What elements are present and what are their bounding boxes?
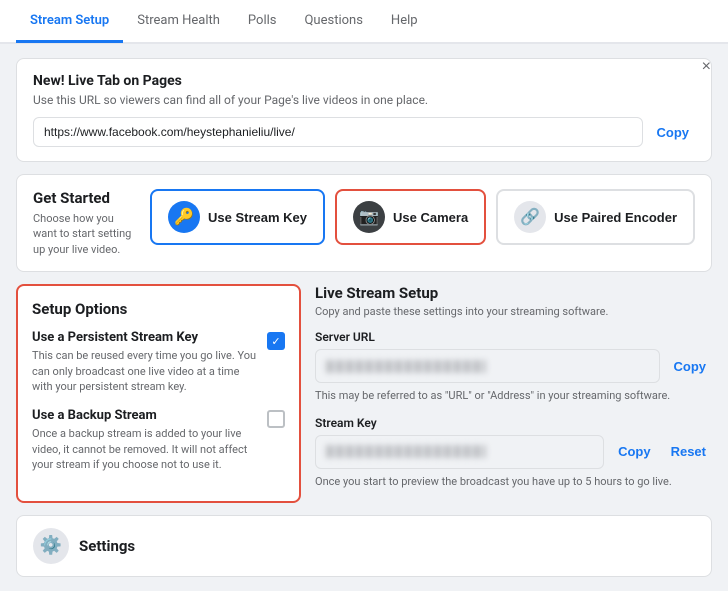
stream-key-hint: Once you start to preview the broadcast … bbox=[315, 474, 712, 489]
persistent-stream-key-title: Use a Persistent Stream Key bbox=[32, 330, 257, 345]
paired-encoder-label: Use Paired Encoder bbox=[554, 210, 677, 225]
top-nav: Stream Setup Stream Health Polls Questio… bbox=[0, 0, 728, 44]
stream-key-label: Stream Key bbox=[315, 416, 712, 430]
backup-stream-option: Use a Backup Stream Once a backup stream… bbox=[32, 408, 285, 472]
camera-icon: 📷 bbox=[353, 201, 385, 233]
live-tab-banner: × New! Live Tab on Pages Use this URL so… bbox=[16, 58, 712, 162]
stream-key-icon: 🔑 bbox=[168, 201, 200, 233]
tab-stream-setup[interactable]: Stream Setup bbox=[16, 1, 123, 43]
persistent-stream-key-text: Use a Persistent Stream Key This can be … bbox=[32, 330, 257, 394]
stream-options: 🔑 Use Stream Key 📷 Use Camera 🔗 Use Pair… bbox=[150, 189, 695, 245]
backup-stream-desc: Once a backup stream is added to your li… bbox=[32, 426, 257, 472]
banner-description: Use this URL so viewers can find all of … bbox=[33, 93, 695, 107]
persistent-stream-key-option: Use a Persistent Stream Key This can be … bbox=[32, 330, 285, 394]
stream-key-input[interactable]: ████████████████████████████████████████… bbox=[315, 435, 604, 469]
server-url-hint: This may be referred to as "URL" or "Add… bbox=[315, 388, 712, 403]
tab-help[interactable]: Help bbox=[377, 1, 432, 43]
get-started-card: Get Started Choose how you want to start… bbox=[16, 174, 712, 272]
get-started-description: Choose how you want to start setting up … bbox=[33, 211, 138, 257]
get-started-title: Get Started bbox=[33, 189, 138, 207]
stream-key-label: Use Stream Key bbox=[208, 210, 307, 225]
stream-key-reset-button[interactable]: Reset bbox=[665, 440, 712, 463]
url-row: Copy bbox=[33, 117, 695, 147]
main-content: × New! Live Tab on Pages Use this URL so… bbox=[0, 44, 728, 591]
setup-options-title: Setup Options bbox=[32, 300, 285, 318]
use-paired-encoder-button[interactable]: 🔗 Use Paired Encoder bbox=[496, 189, 695, 245]
persistent-stream-key-checkbox[interactable]: ✓ bbox=[267, 332, 285, 350]
paired-encoder-icon: 🔗 bbox=[514, 201, 546, 233]
bottom-section: Setup Options Use a Persistent Stream Ke… bbox=[16, 284, 712, 502]
stream-key-blurred: ████████████████████████████████████████… bbox=[326, 445, 486, 458]
setup-options-card: Setup Options Use a Persistent Stream Ke… bbox=[16, 284, 301, 502]
live-stream-setup-subtitle: Copy and paste these settings into your … bbox=[315, 305, 712, 318]
page-live-url-input[interactable] bbox=[33, 117, 643, 147]
tab-stream-health[interactable]: Stream Health bbox=[123, 1, 234, 43]
server-url-label: Server URL bbox=[315, 330, 712, 344]
stream-key-copy-button[interactable]: Copy bbox=[612, 440, 657, 463]
use-camera-button[interactable]: 📷 Use Camera bbox=[335, 189, 486, 245]
get-started-text: Get Started Choose how you want to start… bbox=[33, 189, 138, 257]
server-url-blurred: ████████████████████████████████████ bbox=[326, 360, 486, 373]
tab-questions[interactable]: Questions bbox=[290, 1, 376, 43]
server-url-row: ████████████████████████████████████ Cop… bbox=[315, 349, 712, 383]
server-url-copy-button[interactable]: Copy bbox=[668, 355, 713, 378]
close-button[interactable]: × bbox=[702, 59, 711, 75]
live-stream-setup: Live Stream Setup Copy and paste these s… bbox=[315, 284, 712, 502]
backup-stream-text: Use a Backup Stream Once a backup stream… bbox=[32, 408, 257, 472]
tab-polls[interactable]: Polls bbox=[234, 1, 291, 43]
stream-key-row: ████████████████████████████████████████… bbox=[315, 435, 712, 469]
get-started-row: Get Started Choose how you want to start… bbox=[33, 189, 695, 257]
backup-stream-title: Use a Backup Stream bbox=[32, 408, 257, 423]
server-url-input[interactable]: ████████████████████████████████████ bbox=[315, 349, 660, 383]
live-stream-setup-title: Live Stream Setup bbox=[315, 284, 712, 302]
use-stream-key-button[interactable]: 🔑 Use Stream Key bbox=[150, 189, 325, 245]
banner-title: New! Live Tab on Pages bbox=[33, 73, 695, 89]
persistent-stream-key-desc: This can be reused every time you go liv… bbox=[32, 348, 257, 394]
camera-label: Use Camera bbox=[393, 210, 468, 225]
banner-copy-button[interactable]: Copy bbox=[651, 121, 696, 144]
backup-stream-checkbox[interactable] bbox=[267, 410, 285, 428]
